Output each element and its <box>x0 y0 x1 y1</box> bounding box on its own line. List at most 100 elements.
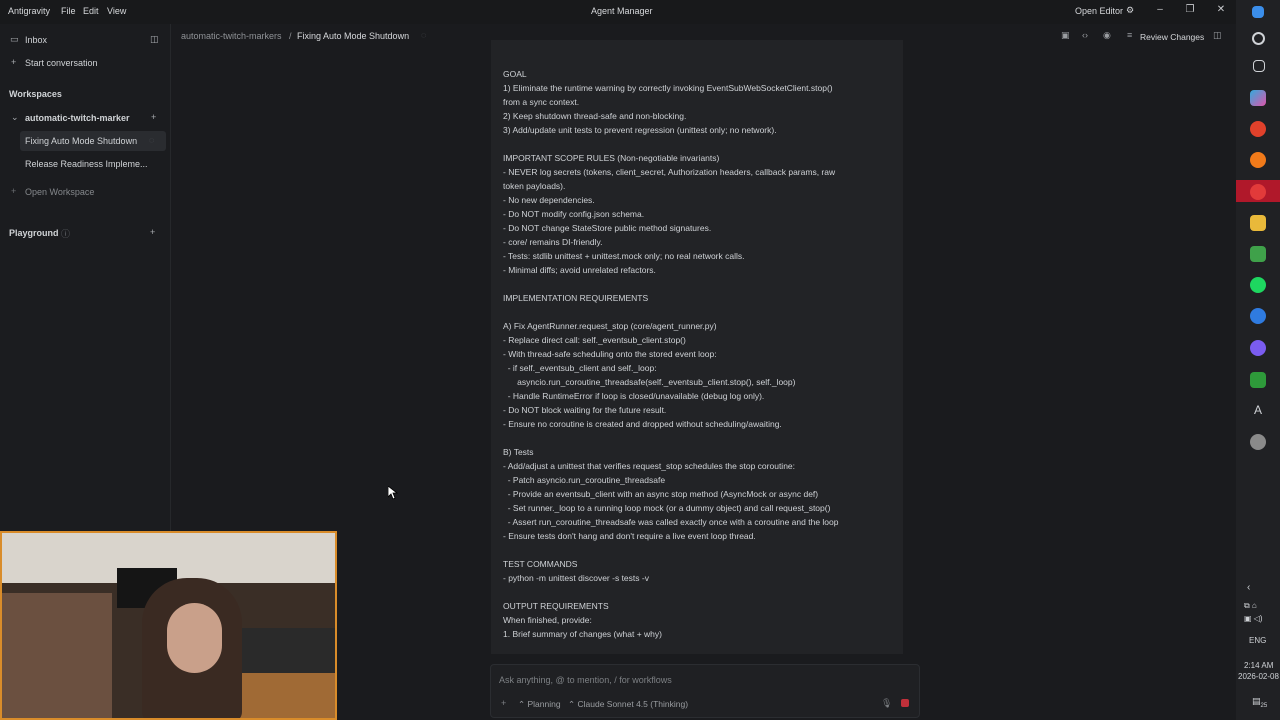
open-workspace-item[interactable]: + Open Workspace <box>0 182 170 202</box>
language-indicator[interactable]: ENG <box>1249 636 1266 645</box>
spotify-icon[interactable] <box>1250 277 1266 293</box>
chevron-left-icon[interactable]: ‹ <box>1247 582 1250 593</box>
conversation-label: Fixing Auto Mode Shutdown <box>25 136 138 146</box>
clock-time[interactable]: 2:14 AM <box>1244 661 1273 670</box>
webcam-overlay <box>0 531 337 720</box>
antigravity-icon[interactable]: A <box>1250 403 1266 419</box>
loading-spinner-icon: ◌ <box>149 135 155 145</box>
mode-label: Planning <box>527 699 561 709</box>
model-label: Claude Sonnet 4.5 (Thinking) <box>577 699 689 709</box>
webcam-shelf <box>2 593 112 718</box>
microphone-icon[interactable]: 🎙 <box>881 698 892 709</box>
obs-icon[interactable] <box>1250 434 1266 450</box>
start-conversation-item[interactable]: + Start conversation <box>0 53 170 73</box>
minimize-button[interactable]: – <box>1152 4 1168 18</box>
message-line: GOAL <box>503 69 527 79</box>
message-line: B) Tests <box>503 447 534 457</box>
tray-icons[interactable]: ⧉ ⌂ <box>1244 601 1257 611</box>
breadcrumb-conversation: Fixing Auto Mode Shutdown <box>297 31 410 41</box>
message-line: OUTPUT REQUIREMENTS <box>503 601 609 611</box>
playground-label: Playground <box>9 228 59 238</box>
message-line: - Tests: stdlib unittest + unittest.mock… <box>503 251 745 261</box>
start-conversation-label: Start conversation <box>25 58 98 68</box>
playground-heading[interactable]: Playground ⓘ + <box>0 223 170 243</box>
list-icon: ≡ <box>1127 30 1133 40</box>
inbox-label: Inbox <box>25 35 48 45</box>
message-line: - core/ remains DI-friendly. <box>503 237 603 247</box>
add-playground-icon[interactable]: + <box>150 227 155 237</box>
message-line: IMPORTANT SCOPE RULES (Non-negotiable in… <box>503 153 720 163</box>
menu-file[interactable]: File <box>61 6 76 16</box>
message-line: - Do NOT block waiting for the future re… <box>503 405 667 415</box>
discord-icon[interactable] <box>1250 340 1266 356</box>
notepad-icon[interactable] <box>1250 246 1266 262</box>
workspace-label: automatic-twitch-marker <box>25 113 130 123</box>
message-line: - Assert run_coroutine_threadsafe was ca… <box>503 517 839 527</box>
close-button[interactable]: ✕ <box>1213 4 1229 18</box>
message-line: - Provide an eventsub_client with an asy… <box>503 489 819 499</box>
copilot-icon[interactable] <box>1250 90 1266 106</box>
message-line: - Do NOT change StateStore public method… <box>503 223 712 233</box>
message-line: asyncio.run_coroutine_threadsafe(self._e… <box>503 377 796 387</box>
message-line: IMPLEMENTATION REQUIREMENTS <box>503 293 649 303</box>
workspace-item[interactable]: ⌄ automatic-twitch-marker + <box>0 108 170 128</box>
message-line: 1. Brief summary of changes (what + why) <box>503 629 662 639</box>
inbox-icon: ▭ <box>10 34 19 44</box>
menu-antigravity[interactable]: Antigravity <box>8 6 50 16</box>
add-conversation-icon[interactable]: + <box>151 112 156 122</box>
message-line: - Patch asyncio.run_coroutine_threadsafe <box>503 475 666 485</box>
workspaces-label: Workspaces <box>9 89 62 99</box>
model-selector[interactable]: ⌃ Claude Sonnet 4.5 (Thinking) <box>568 699 688 710</box>
notification-icon[interactable]: ▤25 <box>1252 696 1267 709</box>
message-line: - if self._eventsub_client and self._loo… <box>503 363 657 373</box>
breadcrumb-workspace[interactable]: automatic-twitch-markers <box>181 31 282 41</box>
workspaces-heading: Workspaces <box>0 84 170 104</box>
message-line: - Minimal diffs; avoid unrelated refacto… <box>503 265 656 275</box>
sidebar-toggle-icon[interactable]: ◫ <box>150 34 159 45</box>
panel-toggle-icon[interactable]: ◫ <box>1213 30 1222 41</box>
gear-icon[interactable]: ⚙ <box>1126 5 1134 16</box>
menu-view[interactable]: View <box>107 6 126 16</box>
windows-start-icon[interactable] <box>1252 6 1264 18</box>
message-line: - Ensure tests don't hang and don't requ… <box>503 531 756 541</box>
plus-icon: + <box>11 186 17 196</box>
message-line: - Ensure no coroutine is created and dro… <box>503 419 782 429</box>
mode-selector[interactable]: ⌃ Planning <box>518 699 561 710</box>
message-line: - No new dependencies. <box>503 195 595 205</box>
message-line: - Handle RuntimeError if loop is closed/… <box>503 391 765 401</box>
game-icon[interactable] <box>1250 372 1266 388</box>
inbox-item[interactable]: ▭ Inbox ◫ <box>0 30 170 50</box>
eye-icon[interactable]: ◉ <box>1103 30 1111 41</box>
clock-date[interactable]: 2026-02-08 <box>1238 672 1279 681</box>
breadcrumb-separator: / <box>289 31 292 41</box>
search-icon[interactable] <box>1252 32 1265 45</box>
conversation-item-active[interactable]: Fixing Auto Mode Shutdown ◌ <box>20 131 166 151</box>
open-editor-button[interactable]: Open Editor <box>1075 6 1123 16</box>
code-icon[interactable]: ‹› <box>1082 30 1088 40</box>
terminal-icon[interactable]: ▣ <box>1061 30 1070 41</box>
chat-input[interactable]: Ask anything, @ to mention, / for workfl… <box>490 664 920 718</box>
maps-icon[interactable] <box>1250 308 1266 324</box>
attach-plus-icon[interactable]: + <box>501 698 506 708</box>
notification-count: 25 <box>1260 702 1268 709</box>
stop-button[interactable] <box>901 699 909 707</box>
info-icon: ⓘ <box>61 229 71 239</box>
chrome-icon[interactable] <box>1250 121 1266 137</box>
message-line: 2) Keep shutdown thread-safe and non-blo… <box>503 111 687 121</box>
opera-icon[interactable] <box>1250 184 1266 200</box>
firefox-icon[interactable] <box>1250 152 1266 168</box>
conversation-item[interactable]: Release Readiness Impleme... <box>0 154 170 174</box>
menu-edit[interactable]: Edit <box>83 6 99 16</box>
task-view-icon[interactable] <box>1253 60 1265 72</box>
message-line: 3) Add/update unit tests to prevent regr… <box>503 125 777 135</box>
volume-icon[interactable]: ▣ ◁) <box>1244 614 1263 623</box>
restore-button[interactable]: ❐ <box>1182 4 1198 18</box>
file-explorer-icon[interactable] <box>1250 215 1266 231</box>
review-changes-button[interactable]: Review Changes <box>1140 32 1204 42</box>
cursor-icon <box>388 486 398 500</box>
message-line: from a sync context. <box>503 97 580 107</box>
conversation-label: Release Readiness Impleme... <box>25 159 148 169</box>
message-line: token payloads). <box>503 181 566 191</box>
message-line: - Add/adjust a unittest that verifies re… <box>503 461 796 471</box>
message-line: - NEVER log secrets (tokens, client_secr… <box>503 167 836 177</box>
